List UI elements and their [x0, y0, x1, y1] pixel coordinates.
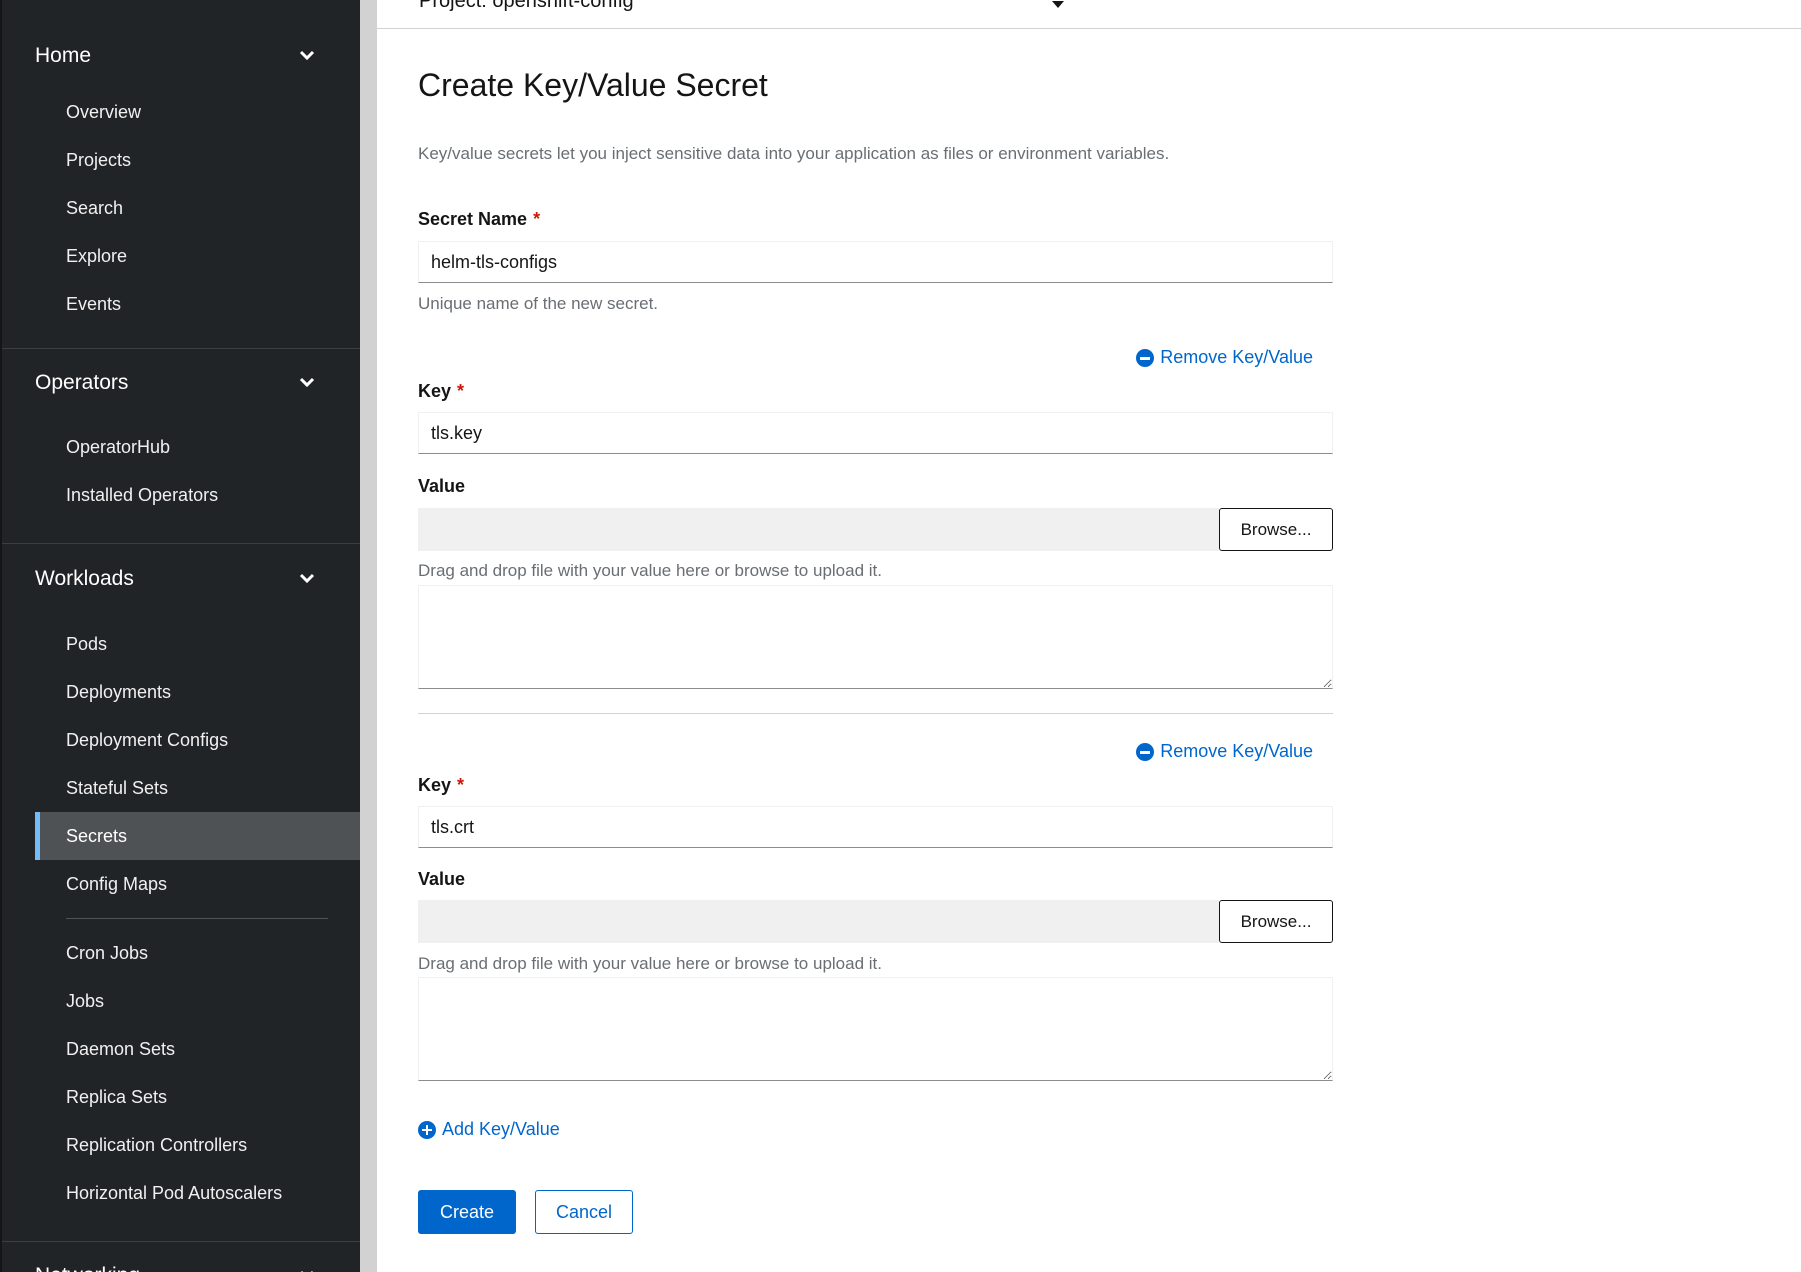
nav-section-toggle-workloads[interactable]: Workloads	[2, 544, 360, 614]
required-indicator: *	[457, 775, 465, 795]
key-label: Key *	[418, 381, 464, 402]
secret-name-input[interactable]	[418, 241, 1333, 283]
remove-key-value-label: Remove Key/Value	[1160, 347, 1313, 367]
add-key-value-link[interactable]: Add Key/Value	[418, 1119, 560, 1140]
file-upload-row: Browse...	[418, 508, 1333, 551]
sidebar-item-label: Search	[66, 197, 124, 218]
sidebar-item-secrets[interactable]: Secrets	[35, 812, 360, 860]
drag-drop-helper: Drag and drop file with your value here …	[418, 954, 882, 973]
page-title: Create Key/Value Secret	[418, 67, 768, 103]
add-key-value-label: Add Key/Value	[442, 1119, 560, 1139]
plus-circle-icon	[418, 1120, 436, 1139]
nav-section-toggle-operators[interactable]: Operators	[2, 349, 360, 417]
sidebar-item-label: Events	[66, 293, 122, 314]
browse-button[interactable]: Browse...	[1219, 900, 1333, 943]
nav-section-workloads: Workloads Pods Deployments Deployment Co…	[2, 544, 360, 1242]
sidebar-item-label: Jobs	[66, 990, 105, 1011]
value-label: Value	[418, 476, 466, 496]
sidebar-item-overview[interactable]: Overview	[2, 88, 360, 136]
key-label-text: Key	[418, 381, 452, 401]
key-input[interactable]	[418, 412, 1333, 454]
file-name-field[interactable]	[418, 900, 1219, 943]
value-label: Value	[418, 869, 466, 889]
value-textarea[interactable]	[418, 977, 1333, 1081]
sidebar-item-label: Deployments	[66, 681, 172, 702]
sidebar-item-projects[interactable]: Projects	[2, 136, 360, 184]
remove-key-value-label: Remove Key/Value	[1160, 741, 1313, 761]
browse-button[interactable]: Browse...	[1219, 508, 1333, 551]
sidebar-item-jobs[interactable]: Jobs	[2, 977, 360, 1025]
sidebar-item-config-maps[interactable]: Config Maps	[2, 860, 360, 908]
remove-key-value-link[interactable]: Remove Key/Value	[1136, 347, 1313, 368]
sidebar-item-explore[interactable]: Explore	[2, 232, 360, 280]
sidebar-item-label: OperatorHub	[66, 436, 171, 457]
chevron-down-icon	[296, 45, 318, 67]
sidebar-item-label: Stateful Sets	[66, 777, 169, 798]
sidebar-scrollbar[interactable]	[360, 0, 377, 1272]
required-indicator: *	[533, 209, 541, 229]
pair-divider	[418, 713, 1333, 714]
sidebar-item-label: Replication Controllers	[66, 1134, 248, 1155]
sidebar-item-label: Pods	[66, 633, 108, 654]
sidebar-item-events[interactable]: Events	[2, 280, 360, 328]
nav-section-home: Home Overview Projects Search Explore Ev…	[2, 0, 360, 349]
nav-section-title: Operators	[35, 371, 129, 394]
sidebar-item-label: Overview	[66, 101, 142, 122]
key-label: Key *	[418, 775, 464, 796]
sidebar-item-stateful-sets[interactable]: Stateful Sets	[2, 764, 360, 812]
sidebar-nav: Home Overview Projects Search Explore Ev…	[0, 0, 360, 1272]
chevron-down-icon	[296, 568, 318, 590]
sidebar-item-daemon-sets[interactable]: Daemon Sets	[2, 1025, 360, 1073]
project-selector-label[interactable]: Project: openshift-config	[419, 0, 634, 13]
file-upload-row: Browse...	[418, 900, 1333, 943]
project-bar: Project: openshift-config	[377, 0, 1801, 29]
nav-section-title: Networking	[35, 1264, 140, 1272]
nav-section-title: Workloads	[35, 567, 134, 590]
sidebar-item-pods[interactable]: Pods	[2, 620, 360, 668]
minus-circle-icon	[1136, 742, 1155, 761]
sidebar-item-label: Projects	[66, 149, 132, 170]
sidebar-item-label: Deployment Configs	[66, 729, 229, 750]
nav-divider	[66, 918, 328, 919]
value-textarea[interactable]	[418, 585, 1333, 689]
nav-section-title: Home	[35, 44, 92, 67]
cancel-button[interactable]: Cancel	[535, 1190, 633, 1234]
key-input[interactable]	[418, 806, 1333, 848]
chevron-down-icon	[296, 372, 318, 394]
minus-circle-icon	[1136, 348, 1155, 367]
caret-down-icon[interactable]	[1051, 0, 1065, 10]
drag-drop-helper: Drag and drop file with your value here …	[418, 561, 882, 580]
sidebar-item-deployment-configs[interactable]: Deployment Configs	[2, 716, 360, 764]
remove-key-value-link[interactable]: Remove Key/Value	[1136, 741, 1313, 762]
file-name-field[interactable]	[418, 508, 1219, 551]
sidebar-item-replica-sets[interactable]: Replica Sets	[2, 1073, 360, 1121]
secret-name-label-text: Secret Name	[418, 209, 528, 229]
sidebar-item-installed-operators[interactable]: Installed Operators	[2, 471, 360, 519]
required-indicator: *	[457, 381, 465, 401]
sidebar-item-deployments[interactable]: Deployments	[2, 668, 360, 716]
sidebar-item-label: Installed Operators	[66, 484, 219, 505]
create-button[interactable]: Create	[418, 1190, 516, 1234]
sidebar-item-label: Config Maps	[66, 873, 168, 894]
chevron-down-icon	[296, 1265, 318, 1272]
sidebar-item-label: Replica Sets	[66, 1086, 168, 1107]
sidebar-item-search[interactable]: Search	[2, 184, 360, 232]
secret-name-helper: Unique name of the new secret.	[418, 294, 659, 313]
page-description: Key/value secrets let you inject sensiti…	[418, 144, 1170, 163]
sidebar-item-label: Secrets	[66, 825, 128, 846]
sidebar-item-operatorhub[interactable]: OperatorHub	[2, 423, 360, 471]
nav-section-toggle-networking[interactable]: Networking	[2, 1242, 360, 1272]
sidebar-item-label: Cron Jobs	[66, 942, 149, 963]
sidebar-item-label: Explore	[66, 245, 128, 266]
nav-section-networking: Networking	[2, 1242, 360, 1272]
secret-name-label: Secret Name *	[418, 209, 540, 230]
sidebar-item-cron-jobs[interactable]: Cron Jobs	[2, 929, 360, 977]
sidebar-item-horizontal-pod-autoscalers[interactable]: Horizontal Pod Autoscalers	[2, 1169, 360, 1217]
nav-section-operators: Operators OperatorHub Installed Operator…	[2, 349, 360, 544]
key-label-text: Key	[418, 775, 452, 795]
sidebar-item-label: Daemon Sets	[66, 1038, 176, 1059]
sidebar-item-replication-controllers[interactable]: Replication Controllers	[2, 1121, 360, 1169]
sidebar-item-label: Horizontal Pod Autoscalers	[66, 1182, 283, 1203]
